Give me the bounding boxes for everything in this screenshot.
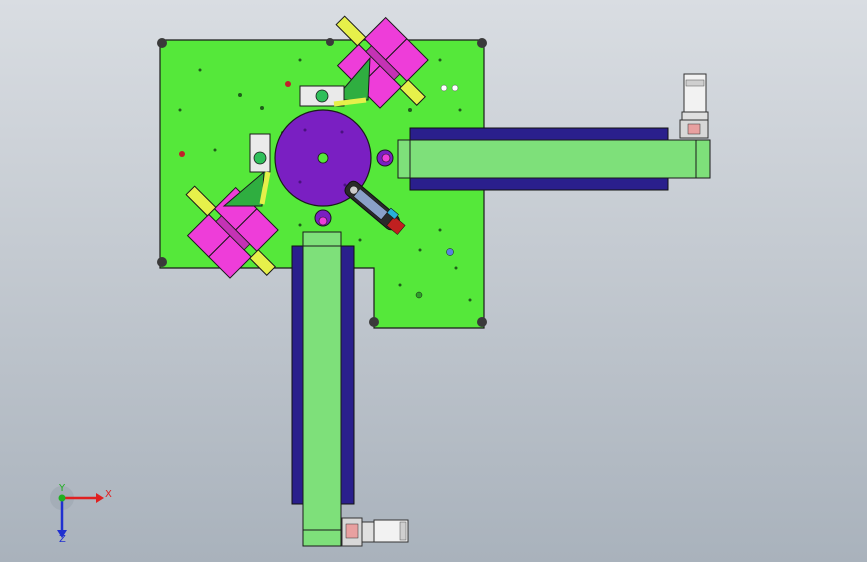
plate-fiducial-white — [451, 84, 459, 92]
horizontal-conveyor-belt[interactable] — [401, 139, 711, 179]
plate-fiducial-red — [285, 81, 291, 87]
triad-y-label: Y — [58, 483, 66, 494]
plate-fiducial-blue — [446, 248, 454, 256]
assembly-top-view[interactable] — [0, 0, 867, 562]
vertical-conveyor-belt[interactable] — [302, 231, 342, 545]
horizontal-conveyor[interactable] — [397, 127, 711, 191]
plate-fiducial-red — [179, 151, 185, 157]
plate-fiducial-white — [440, 84, 448, 92]
horizontal-conveyor-end-roller — [397, 139, 411, 179]
coordinate-triad-icon: X Y Z — [50, 483, 112, 544]
triad-x-arrow — [96, 493, 104, 503]
cad-graphics-viewport[interactable]: X Y Z — [0, 0, 867, 562]
vertical-conveyor-end-roller — [302, 231, 342, 247]
horizontal-conveyor-drive-motor[interactable] — [679, 73, 709, 139]
horizontal-conveyor-end-roller — [695, 139, 711, 179]
vertical-conveyor-end-roller — [302, 529, 342, 547]
turntable-center-hub — [317, 152, 329, 164]
triad-x-label: X — [105, 489, 112, 500]
triad-z-label: Z — [59, 534, 66, 544]
vertical-conveyor-drive-motor[interactable] — [341, 517, 409, 547]
vertical-conveyor[interactable] — [291, 231, 355, 547]
triad-y-axis — [58, 494, 66, 502]
plate-fiducial-green — [415, 291, 423, 299]
